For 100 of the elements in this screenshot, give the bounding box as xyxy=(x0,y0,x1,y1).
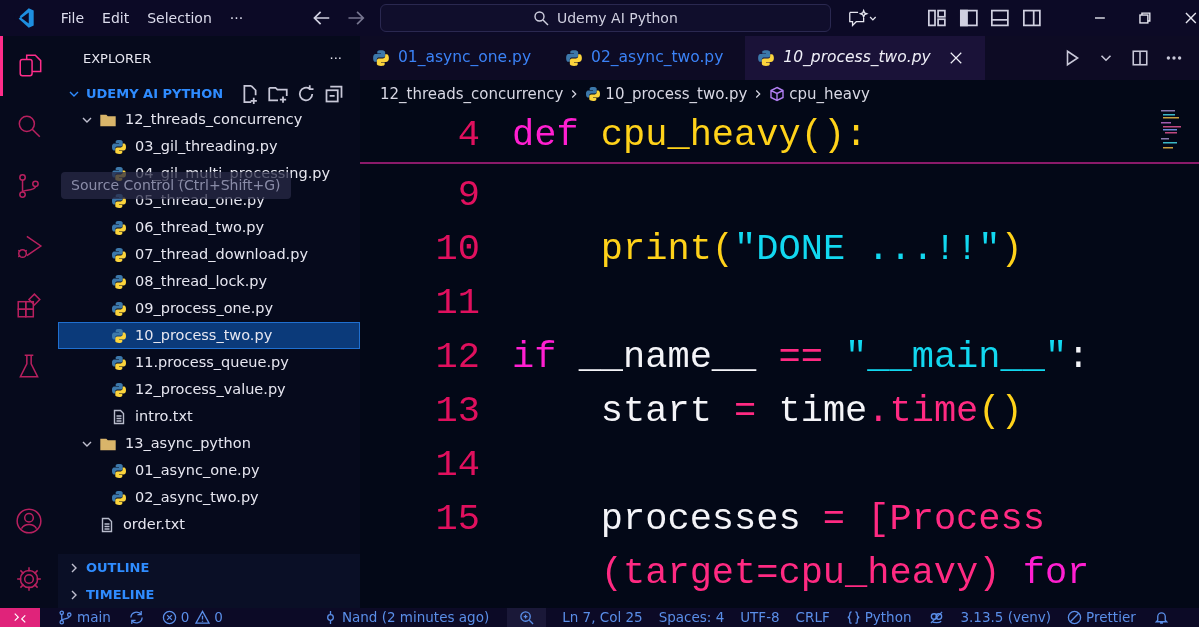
menu-item[interactable]: Edit xyxy=(93,7,139,29)
tree-item[interactable]: 03_gil_threading.py xyxy=(58,133,360,160)
breadcrumb-item[interactable]: 10_process_two.py xyxy=(605,82,748,106)
tree-item[interactable]: 09_process_one.py xyxy=(58,295,360,322)
panel-title[interactable]: TIMELINE xyxy=(86,584,155,605)
search-field[interactable]: Udemy AI Python xyxy=(379,4,832,32)
python-file-icon xyxy=(111,273,127,290)
error-icon xyxy=(161,610,177,625)
tree-item[interactable]: 01_async_one.py xyxy=(58,457,360,484)
python-file-icon xyxy=(111,138,127,155)
editor-tab[interactable]: 10_process_two.py xyxy=(745,36,985,80)
text-file-icon xyxy=(99,516,115,533)
refresh-icon[interactable] xyxy=(296,84,316,104)
status-item[interactable]: 3.13.5 (venv) xyxy=(960,608,1052,627)
line-number: 9 xyxy=(456,173,481,218)
close-icon[interactable] xyxy=(1183,10,1199,26)
forward-arrow-icon[interactable] xyxy=(345,8,366,28)
status-item[interactable]: 0 xyxy=(214,608,223,627)
sync-icon[interactable] xyxy=(128,610,144,625)
tree-item[interactable]: 10_process_two.py xyxy=(58,322,360,349)
menu-item[interactable]: File xyxy=(51,7,94,29)
primary-sidebar-icon[interactable] xyxy=(958,8,979,28)
menu-item[interactable]: ··· xyxy=(220,7,253,29)
extensions-icon[interactable] xyxy=(15,292,43,320)
copilot-icon[interactable] xyxy=(929,610,945,625)
status-item[interactable]: Prettier xyxy=(1086,608,1136,627)
tree-item[interactable]: order.txt xyxy=(58,511,360,538)
code-line: processes = [Process xyxy=(599,497,1045,542)
tree-item[interactable]: 12_threads_concurrency xyxy=(58,106,360,133)
collapse-all-icon[interactable] xyxy=(324,84,344,104)
panel-title[interactable]: OUTLINE xyxy=(86,557,150,578)
python-file-icon xyxy=(111,462,127,479)
line-number: 4 xyxy=(456,113,481,158)
code-line: def cpu_heavy(): xyxy=(512,113,868,158)
split-editor-icon[interactable] xyxy=(1131,49,1149,67)
search-icon xyxy=(532,10,549,26)
remote-icon[interactable] xyxy=(12,610,28,625)
close-icon[interactable] xyxy=(948,51,963,65)
status-item[interactable]: Nand (2 minutes ago) xyxy=(341,608,490,627)
bell-icon[interactable] xyxy=(1153,610,1169,625)
python-file-icon xyxy=(111,354,127,371)
zoom-icon[interactable] xyxy=(519,610,535,625)
status-item[interactable]: 0 xyxy=(180,608,190,627)
code-line: start = time.time() xyxy=(599,389,1023,434)
status-item[interactable]: CRLF xyxy=(795,608,830,627)
chat-sparkle-icon[interactable] xyxy=(847,8,877,28)
new-folder-icon[interactable] xyxy=(268,84,288,104)
python-file-icon xyxy=(585,86,602,102)
python-file-icon xyxy=(111,300,127,317)
panel-icon[interactable] xyxy=(990,8,1010,28)
tree-item[interactable]: 11.process_queue.py xyxy=(58,349,360,376)
more-actions-button[interactable]: ··· xyxy=(329,49,342,69)
code-line: (target=cpu_heavy) for xyxy=(599,551,1090,596)
code-line: if __name__ == "__main__": xyxy=(512,335,1090,380)
breadcrumb-item[interactable]: cpu_heavy xyxy=(789,82,870,106)
python-file-icon xyxy=(111,219,127,236)
status-item[interactable]: Ln 7, Col 25 xyxy=(562,608,643,627)
python-file-icon xyxy=(111,246,127,263)
python-file-icon xyxy=(111,381,127,398)
line-number: 15 xyxy=(434,497,481,542)
python-file-icon xyxy=(757,49,776,67)
python-file-icon xyxy=(111,489,127,506)
python-file-icon xyxy=(111,327,127,344)
braces-icon xyxy=(845,610,861,625)
secondary-sidebar-icon[interactable] xyxy=(1021,8,1042,28)
prohibited-icon xyxy=(1067,610,1083,625)
line-number: 10 xyxy=(434,227,481,272)
status-item[interactable]: Spaces: 4 xyxy=(658,608,725,627)
python-file-icon xyxy=(565,49,584,67)
settings-gear-icon[interactable] xyxy=(15,565,43,593)
minimap-drawing[interactable] xyxy=(1159,108,1183,152)
tree-item[interactable]: 02_async_two.py xyxy=(58,484,360,511)
breadcrumb-item[interactable]: 12_threads_concurrency xyxy=(380,82,564,106)
code-line: print("DONE ...!!") xyxy=(599,227,1023,272)
status-item[interactable]: UTF-8 xyxy=(740,608,780,627)
line-number: 13 xyxy=(434,389,481,434)
sidebar-title: EXPLORER xyxy=(83,50,152,69)
tree-item[interactable]: 06_thread_two.py xyxy=(58,214,360,241)
line-number: 12 xyxy=(434,335,481,380)
cube-icon xyxy=(769,86,786,102)
menu-item[interactable]: Selection xyxy=(138,7,221,29)
editor-tab[interactable]: 01_async_one.py xyxy=(360,36,554,80)
text-file-icon xyxy=(111,408,127,425)
editor-tab[interactable]: 02_async_two.py xyxy=(553,36,746,80)
account-icon[interactable] xyxy=(15,507,43,535)
python-file-icon xyxy=(372,49,390,67)
line-number: 14 xyxy=(434,443,481,488)
line-number: 11 xyxy=(434,281,481,326)
status-item[interactable]: main xyxy=(77,608,111,627)
section-title[interactable]: UDEMY AI PYTHON xyxy=(86,84,224,104)
tree-item[interactable]: 07_thread_download.py xyxy=(58,241,360,268)
layout-icon[interactable] xyxy=(926,8,947,28)
tree-item[interactable]: 13_async_python xyxy=(58,430,360,457)
status-item[interactable]: Python xyxy=(864,608,912,627)
tree-item[interactable]: 12_process_value.py xyxy=(58,376,360,403)
tree-item[interactable]: intro.txt xyxy=(58,403,360,430)
restore-icon[interactable] xyxy=(1137,10,1154,26)
branch-icon xyxy=(58,610,73,625)
warning-icon xyxy=(195,610,211,625)
tree-item[interactable]: 08_thread_lock.py xyxy=(58,268,360,295)
